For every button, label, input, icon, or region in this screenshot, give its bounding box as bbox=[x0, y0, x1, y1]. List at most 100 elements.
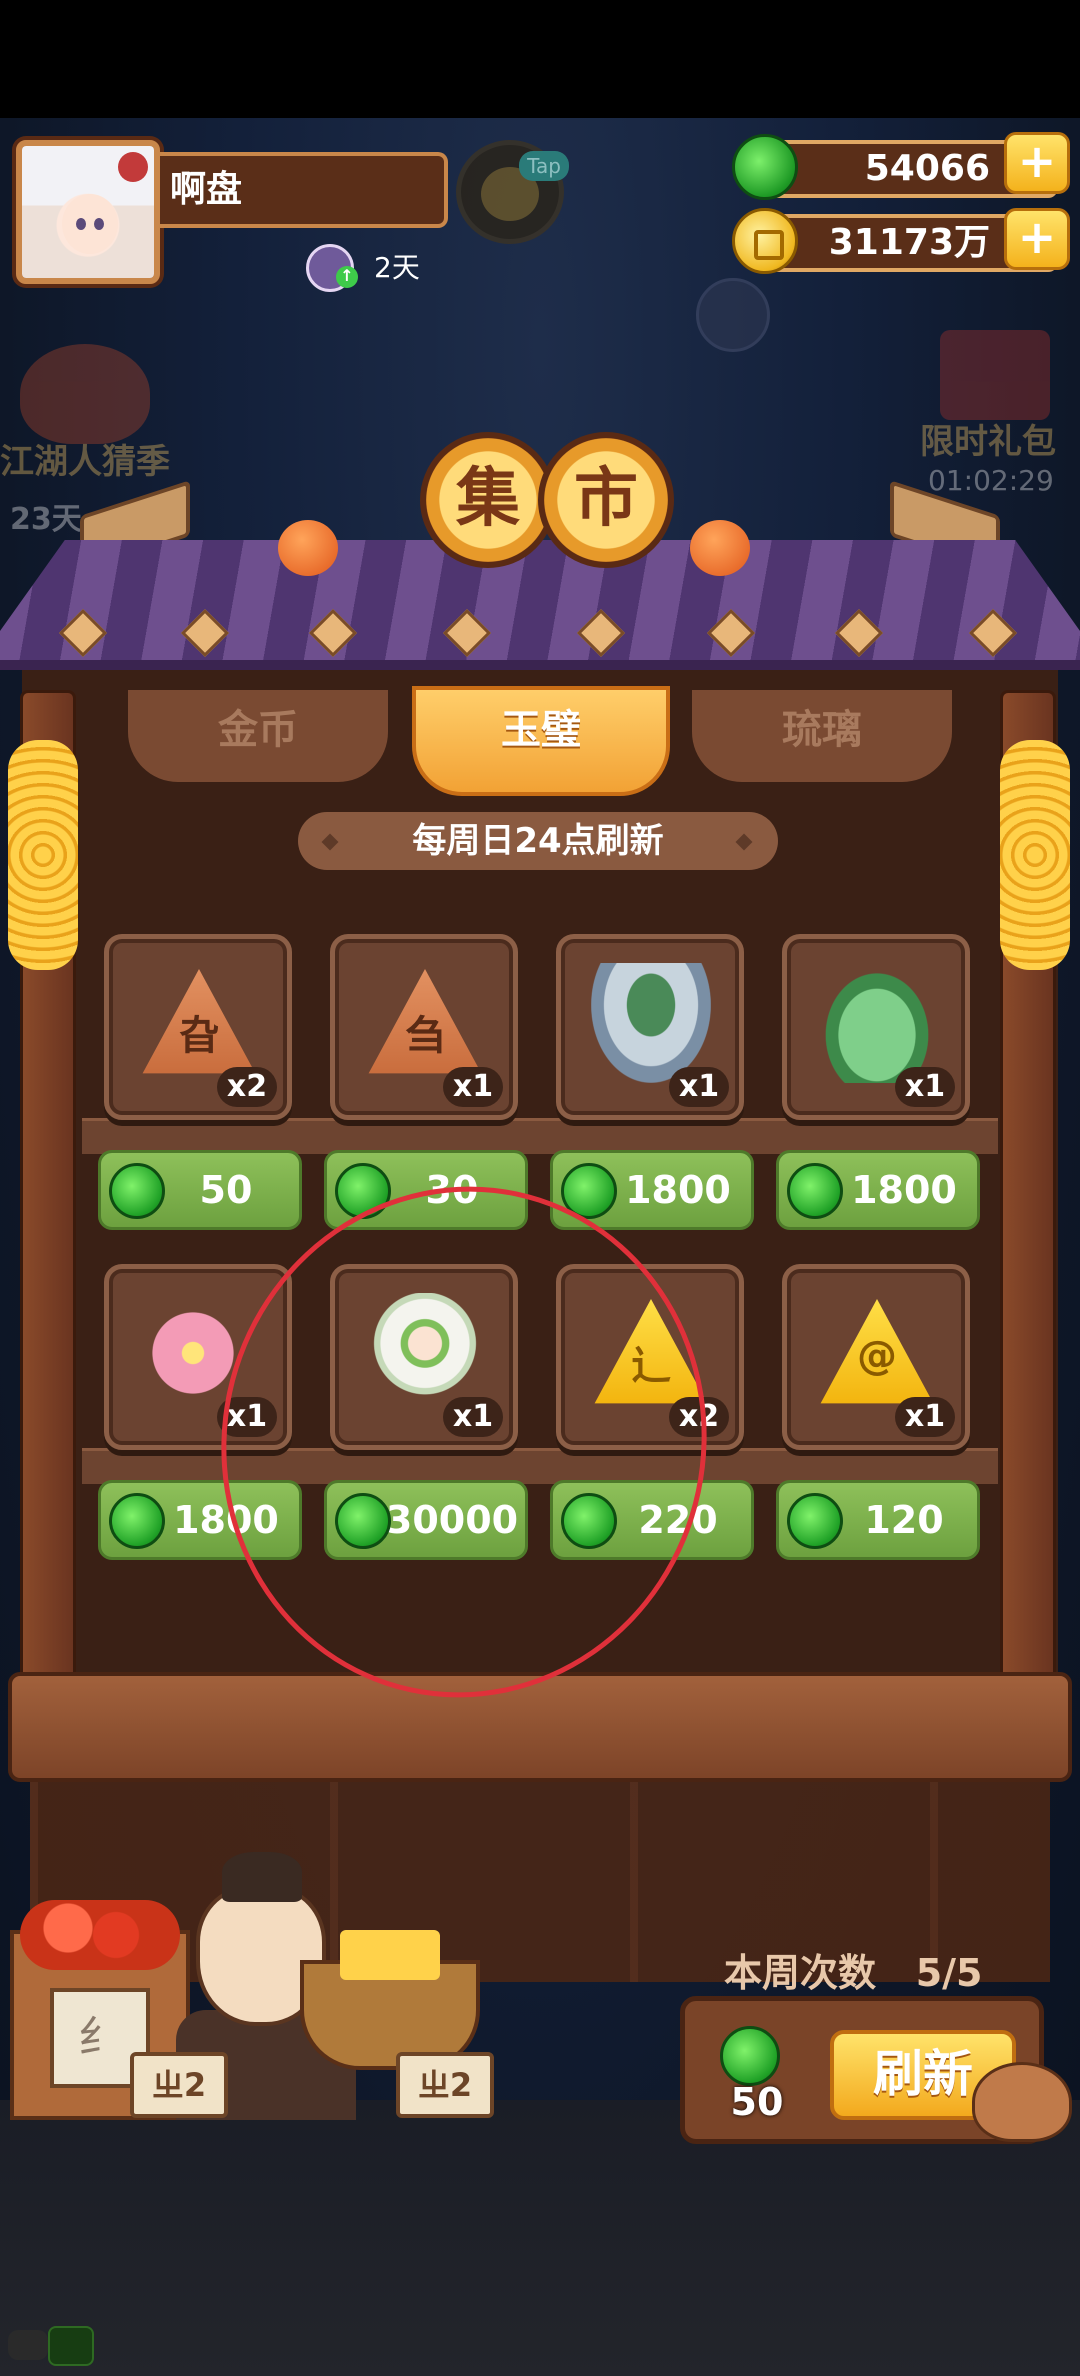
price-button[interactable]: 120 bbox=[776, 1480, 980, 1560]
jade-icon bbox=[109, 1163, 165, 1219]
tap-button[interactable]: Tap bbox=[456, 140, 569, 244]
limited-gift-timer: 01:02:29 bbox=[928, 464, 1054, 497]
item-art-doll-icon bbox=[365, 1293, 485, 1413]
item-glyph: 辶 bbox=[631, 1343, 671, 1389]
price-value: 1800 bbox=[625, 1168, 731, 1212]
shelf bbox=[82, 1448, 998, 1484]
jade-icon bbox=[787, 1163, 843, 1219]
event-season-label: 江湖人猜季 bbox=[0, 442, 170, 482]
price-button[interactable]: 220 bbox=[550, 1480, 754, 1560]
hotpot-icon bbox=[20, 344, 150, 444]
days-label: 2天 bbox=[374, 251, 420, 284]
weekly-label: 本周次数 bbox=[724, 1951, 877, 1995]
avatar-face bbox=[62, 194, 118, 254]
refresh-notice: 每周日24点刷新 bbox=[298, 812, 778, 870]
shop-item[interactable]: x1 bbox=[556, 934, 744, 1120]
event-season-button[interactable]: 江湖人猜季 23天 bbox=[0, 324, 180, 537]
corn-decoration bbox=[8, 740, 78, 970]
item-qty: x1 bbox=[217, 1397, 277, 1437]
jade-icon bbox=[561, 1163, 617, 1219]
jade-icon bbox=[335, 1163, 391, 1219]
item-qty: x1 bbox=[895, 1397, 955, 1437]
shop-item[interactable]: x1 bbox=[330, 1264, 518, 1450]
price-button[interactable]: 30 bbox=[324, 1150, 528, 1230]
tap-label: Tap bbox=[519, 151, 569, 181]
price-value: 1800 bbox=[851, 1168, 957, 1212]
item-qty: x1 bbox=[443, 1397, 503, 1437]
item-qty: x1 bbox=[895, 1067, 955, 1107]
jade-icon bbox=[720, 2026, 780, 2086]
avatar-eye bbox=[76, 218, 86, 230]
item-glyph: 旮 bbox=[179, 1013, 219, 1059]
player-name: 啊盘 bbox=[160, 152, 448, 228]
tab-glaze[interactable]: 琉璃 bbox=[692, 690, 952, 782]
weekly-count-value: 5/5 bbox=[915, 1951, 983, 1995]
shop-item[interactable]: @ x1 bbox=[782, 1264, 970, 1450]
price-value: 30 bbox=[425, 1168, 479, 1212]
persimmon-decoration bbox=[278, 520, 338, 576]
limited-gift-button[interactable]: 限时礼包 01:02:29 bbox=[900, 300, 1080, 500]
price-button[interactable]: 1800 bbox=[98, 1480, 302, 1560]
item-qty: x2 bbox=[217, 1067, 277, 1107]
avatar-eye bbox=[94, 218, 104, 230]
avatar-bow bbox=[118, 152, 148, 182]
side-menu-icon[interactable] bbox=[696, 278, 770, 352]
jade-icon bbox=[787, 1493, 843, 1549]
item-art-jade-bowl-icon bbox=[591, 963, 711, 1083]
status-bar bbox=[0, 0, 1080, 118]
price-button[interactable]: 30000 bbox=[324, 1480, 528, 1560]
jade-icon bbox=[561, 1493, 617, 1549]
refresh-cost: 50 bbox=[730, 2080, 784, 2124]
add-coin-button[interactable]: + bbox=[1004, 208, 1070, 270]
nav-toggle-knob bbox=[48, 2326, 94, 2366]
item-art-brown-triangle-icon: 旮 bbox=[142, 969, 256, 1074]
level-up-arrow-icon: ↑ bbox=[336, 266, 358, 288]
add-jade-button[interactable]: + bbox=[1004, 132, 1070, 194]
shop-item[interactable]: x1 bbox=[104, 1264, 292, 1450]
event-season-timer: 23天 bbox=[10, 502, 82, 537]
item-art-scroll-bag-icon bbox=[817, 963, 937, 1083]
shop-item[interactable]: 辶 x2 bbox=[556, 1264, 744, 1450]
stall-price-tag: ㄓ2 bbox=[396, 2052, 494, 2118]
price-value: 1800 bbox=[173, 1498, 279, 1542]
tomatoes-icon bbox=[20, 1900, 180, 1970]
item-art-gold-triangle-icon: @ bbox=[820, 1299, 934, 1404]
item-qty: x2 bbox=[669, 1397, 729, 1437]
price-value: 30000 bbox=[385, 1498, 519, 1542]
price-button[interactable]: 1800 bbox=[776, 1150, 980, 1230]
persimmon-decoration bbox=[690, 520, 750, 576]
item-glyph: 刍 bbox=[405, 1013, 445, 1059]
stall-counter bbox=[8, 1672, 1072, 1782]
item-glyph: @ bbox=[857, 1333, 897, 1379]
mascot-icon bbox=[972, 2062, 1072, 2142]
stall-price-tag: ㄓ2 bbox=[130, 2052, 228, 2118]
stall-roof bbox=[0, 540, 1080, 670]
shelf bbox=[82, 1118, 998, 1154]
vendor-hat bbox=[222, 1852, 302, 1902]
jade-icon bbox=[109, 1493, 165, 1549]
jade-icon bbox=[335, 1493, 391, 1549]
limited-gift-label: 限时礼包 bbox=[920, 422, 1056, 462]
coin-icon bbox=[732, 208, 798, 274]
item-qty: x1 bbox=[669, 1067, 729, 1107]
shop-item[interactable]: 刍 x1 bbox=[330, 934, 518, 1120]
jade-icon bbox=[732, 134, 798, 200]
nav-toggle[interactable] bbox=[8, 2330, 48, 2360]
tab-coin[interactable]: 金币 bbox=[128, 690, 388, 782]
tab-jade[interactable]: 玉璧 bbox=[412, 686, 670, 796]
market-title-char: 集 bbox=[420, 432, 556, 568]
price-value: 50 bbox=[199, 1168, 253, 1212]
market-title-char: 市 bbox=[538, 432, 674, 568]
player-avatar[interactable] bbox=[16, 140, 160, 284]
price-button[interactable]: 50 bbox=[98, 1150, 302, 1230]
shop-item[interactable]: 旮 x2 bbox=[104, 934, 292, 1120]
gift-box-icon bbox=[940, 330, 1050, 420]
item-art-gold-triangle-icon: 辶 bbox=[594, 1299, 708, 1404]
price-value: 220 bbox=[638, 1498, 718, 1542]
price-button[interactable]: 1800 bbox=[550, 1150, 754, 1230]
corn-decoration bbox=[1000, 740, 1070, 970]
tofu-icon bbox=[340, 1930, 440, 1980]
item-art-flower-icon bbox=[139, 1293, 259, 1413]
shop-item[interactable]: x1 bbox=[782, 934, 970, 1120]
weekly-count: 本周次数 5/5 bbox=[724, 1942, 982, 1997]
